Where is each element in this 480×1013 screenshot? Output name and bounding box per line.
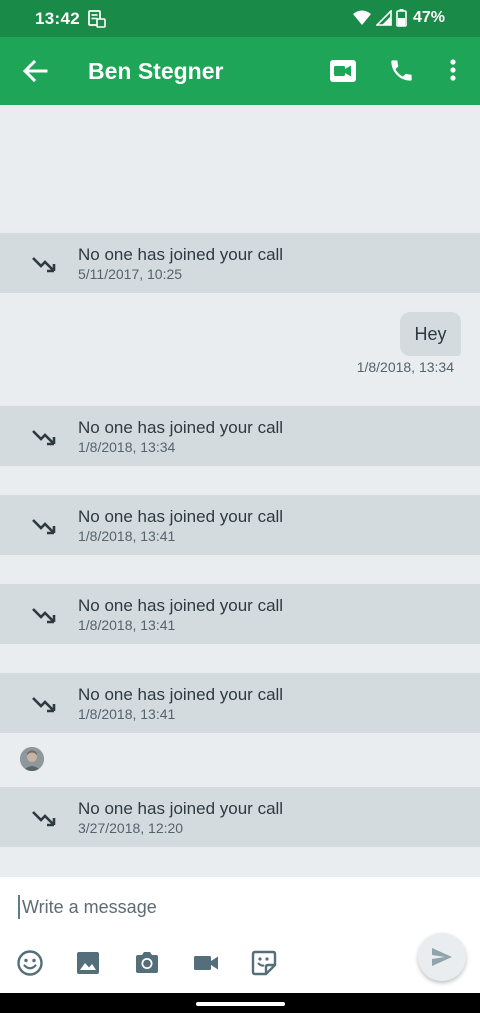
call-message: No one has joined your call [78, 507, 284, 526]
phone-call-icon[interactable] [388, 57, 415, 84]
message-timestamp: 1/8/2018, 13:34 [356, 359, 454, 375]
call-timestamp: 3/27/2018, 12:20 [78, 820, 184, 836]
status-time: 13:42 [35, 9, 80, 28]
emoji-icon[interactable] [16, 949, 44, 977]
missed-call-icon [32, 697, 56, 713]
call-timestamp: 1/8/2018, 13:41 [78, 528, 176, 544]
missed-call-icon [32, 608, 56, 624]
video-call-icon[interactable] [329, 59, 357, 83]
send-icon [432, 948, 452, 966]
conversation-area[interactable]: No one has joined your call 5/11/2017, 1… [0, 105, 480, 877]
app-bar: Ben Stegner [0, 37, 480, 105]
wifi-icon [352, 10, 371, 25]
battery-percentage: 47% [412, 9, 445, 26]
missed-call-icon [32, 519, 56, 535]
call-timestamp: 1/8/2018, 13:34 [78, 439, 176, 455]
sticker-icon[interactable] [250, 949, 278, 977]
status-bar: 13:42 47% [0, 0, 480, 37]
video-icon[interactable] [192, 949, 220, 977]
missed-call-row[interactable]: No one has joined your call 1/8/2018, 13… [0, 495, 480, 555]
missed-call-row[interactable]: No one has joined your call 1/8/2018, 13… [0, 584, 480, 644]
call-message: No one has joined your call [78, 418, 284, 437]
outgoing-message-bubble[interactable]: Hey [400, 312, 461, 356]
back-arrow-icon[interactable] [22, 58, 48, 84]
call-timestamp: 5/11/2017, 10:25 [78, 266, 183, 282]
call-message: No one has joined your call [78, 596, 284, 615]
message-input[interactable] [18, 895, 398, 919]
missed-call-row[interactable]: No one has joined your call 1/8/2018, 13… [0, 406, 480, 466]
battery-icon [396, 9, 407, 27]
contact-avatar[interactable] [20, 747, 44, 771]
missed-call-icon [32, 430, 56, 446]
message-composer [0, 877, 480, 993]
contact-name: Ben Stegner [88, 58, 224, 84]
home-gesture-handle[interactable] [196, 1002, 285, 1006]
call-message: No one has joined your call [78, 685, 284, 704]
avatar-photo-icon [20, 747, 44, 771]
system-navigation-bar [0, 993, 480, 1013]
missed-call-row[interactable]: No one has joined your call 3/27/2018, 1… [0, 787, 480, 847]
cell-signal-icon [375, 10, 392, 26]
more-options-icon[interactable] [441, 57, 465, 83]
status-icons: 47% [352, 9, 445, 27]
call-message: No one has joined your call [78, 245, 284, 264]
camera-icon[interactable] [133, 949, 161, 977]
missed-call-icon [32, 811, 56, 827]
image-icon[interactable] [74, 949, 102, 977]
sim-card-icon [88, 10, 106, 28]
missed-call-row[interactable]: No one has joined your call 5/11/2017, 1… [0, 233, 480, 293]
send-button[interactable] [418, 933, 466, 981]
call-message: No one has joined your call [78, 799, 284, 818]
call-timestamp: 1/8/2018, 13:41 [78, 617, 176, 633]
missed-call-icon [32, 257, 56, 273]
missed-call-row[interactable]: No one has joined your call 1/8/2018, 13… [0, 673, 480, 733]
call-timestamp: 1/8/2018, 13:41 [78, 706, 176, 722]
